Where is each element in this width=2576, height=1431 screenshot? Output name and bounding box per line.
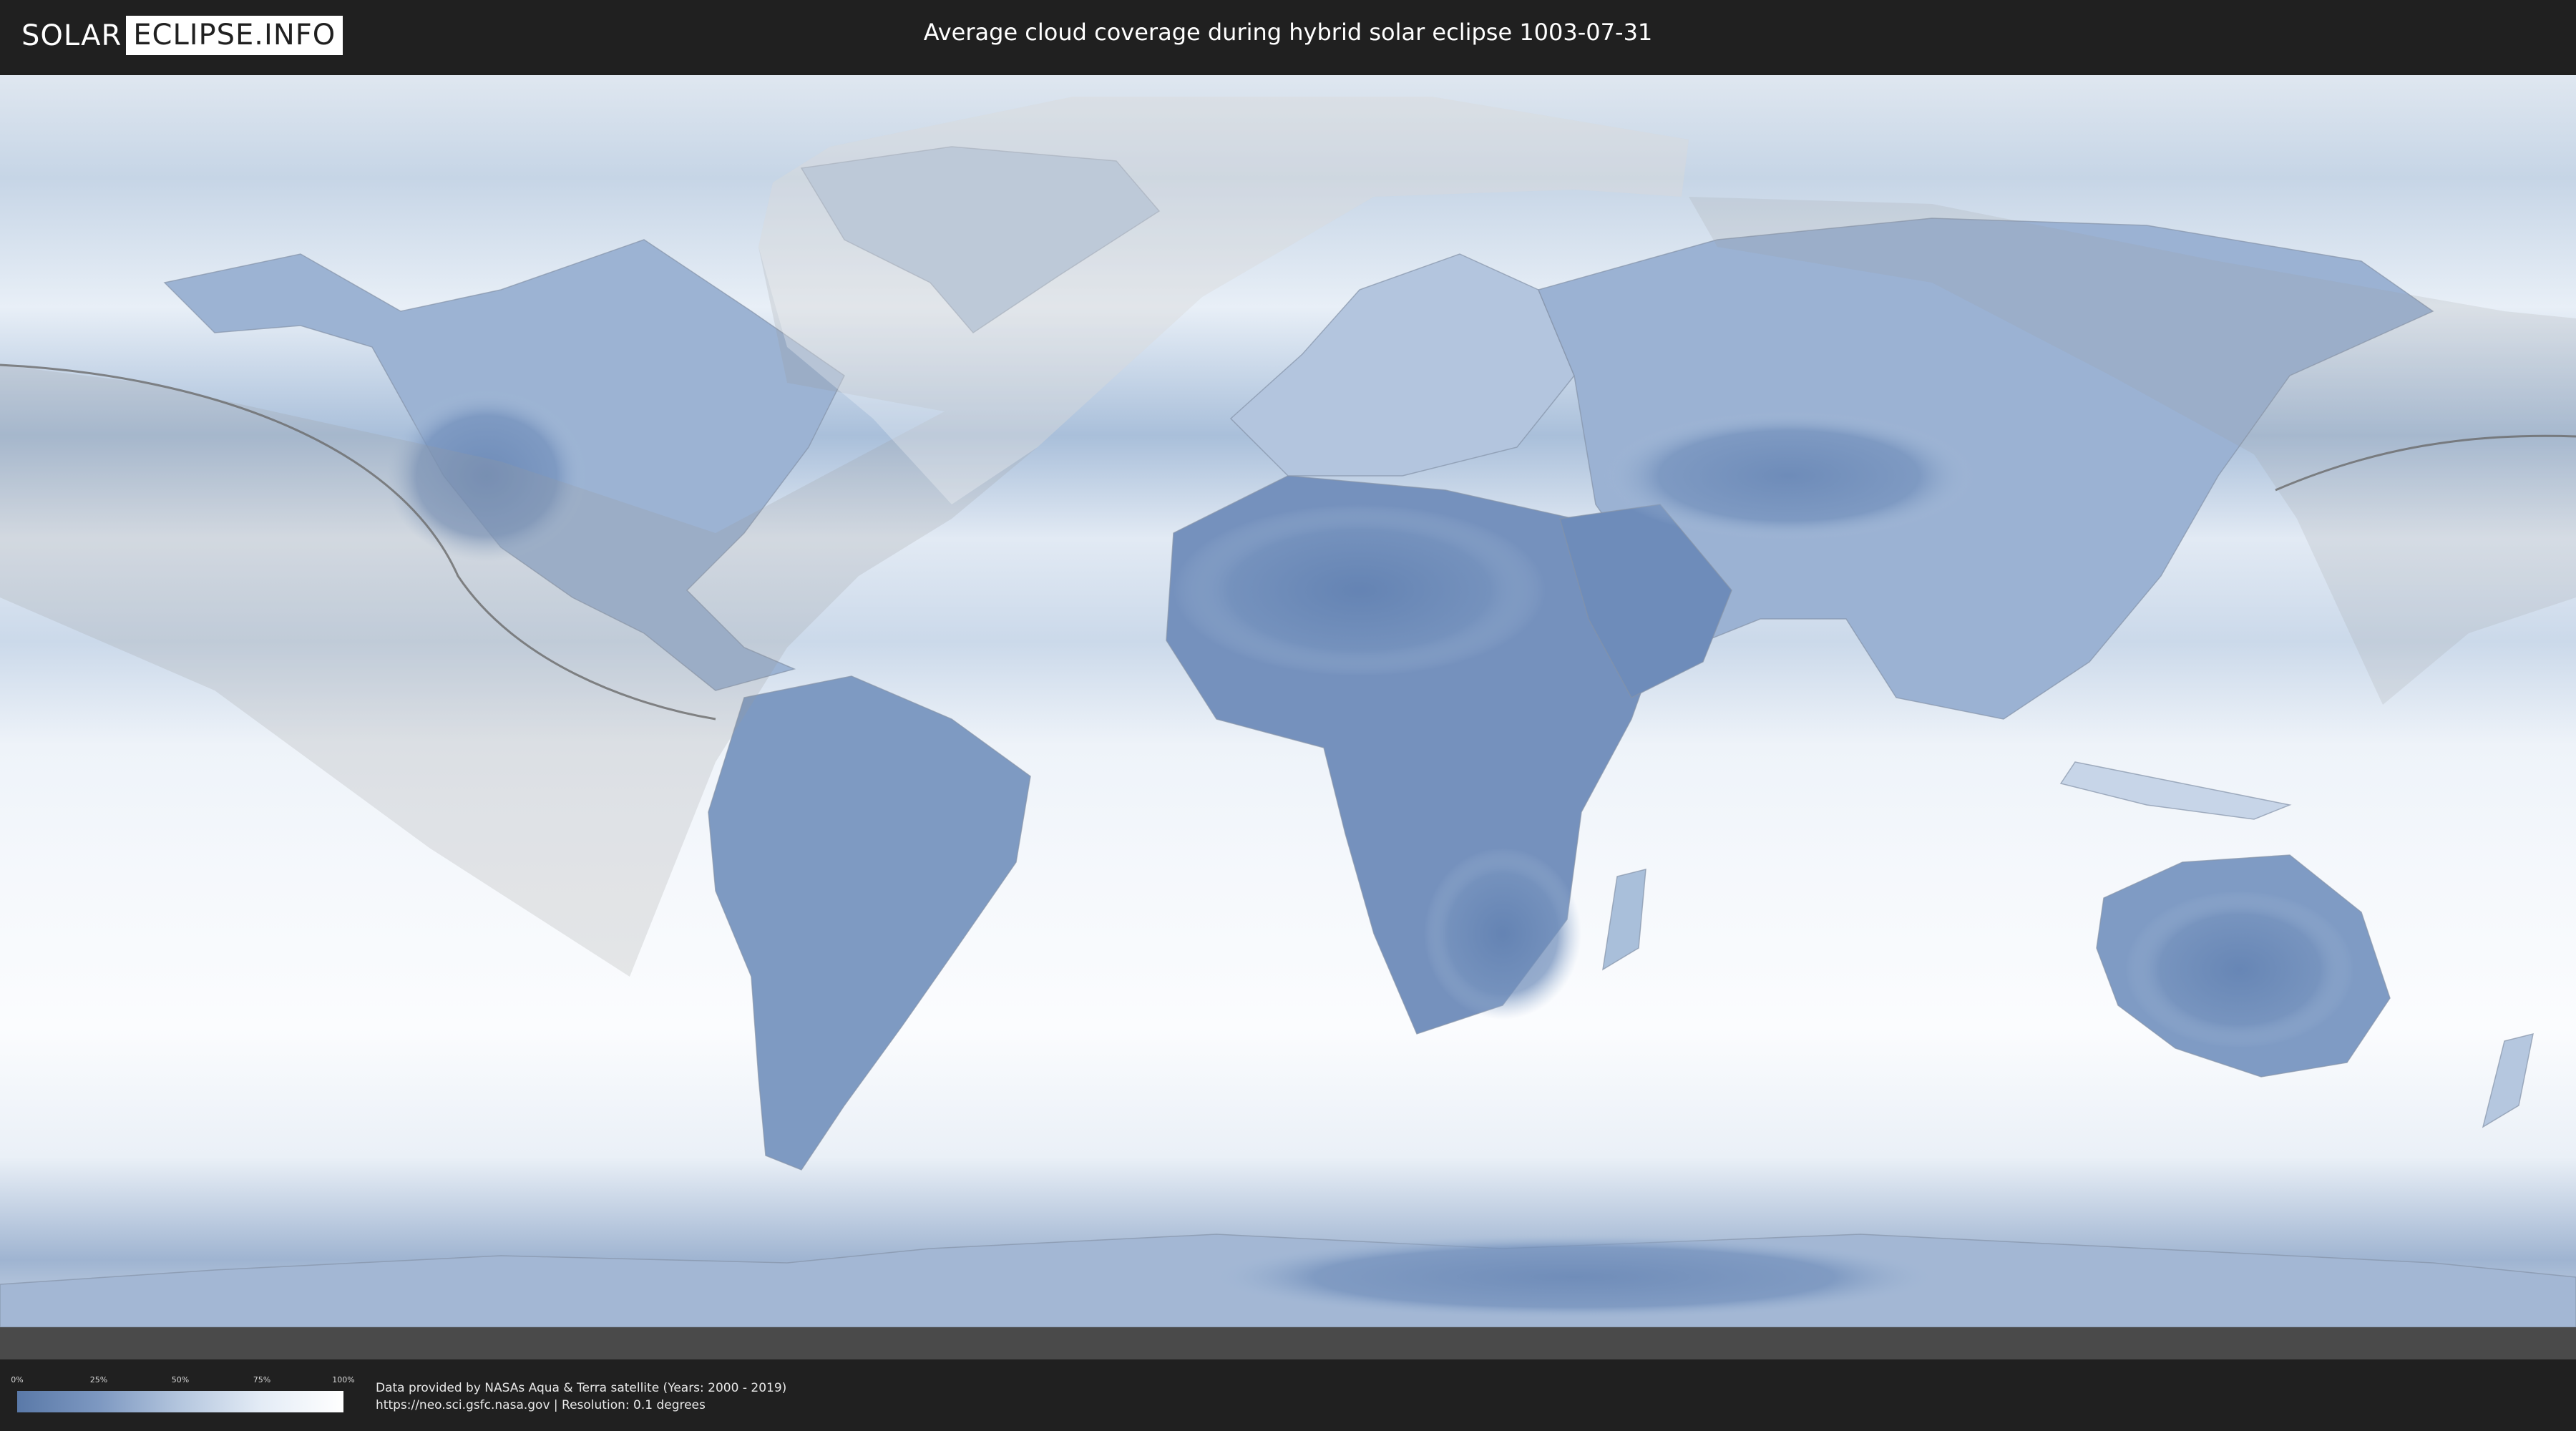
- legend-color-bar: [17, 1391, 343, 1412]
- legend-tick-75: 75%: [253, 1375, 271, 1384]
- credit-line-url[interactable]: https://neo.sci.gsfc.nasa.gov | Resoluti…: [376, 1397, 786, 1414]
- legend-tick-0: 0%: [11, 1375, 24, 1384]
- map-bottom-strip: [0, 1327, 2576, 1363]
- credit-line-source: Data provided by NASAs Aqua & Terra sate…: [376, 1381, 787, 1395]
- legend-tick-100: 100%: [332, 1375, 355, 1384]
- data-credits: Data provided by NASAs Aqua & Terra sate…: [376, 1379, 786, 1414]
- header-bar: SOLAR ECLIPSE.INFO Average cloud coverag…: [0, 0, 2576, 72]
- cloud-coverage-legend: 0% 25% 50% 75% 100%: [11, 1375, 355, 1418]
- footer-bar: 0% 25% 50% 75% 100% Data provided by NAS…: [0, 1359, 2576, 1431]
- cloud-coverage-map: [0, 75, 2576, 1363]
- legend-tick-25: 25%: [89, 1375, 108, 1384]
- legend-tick-50: 50%: [171, 1375, 190, 1384]
- page-title: Average cloud coverage during hybrid sol…: [923, 19, 1653, 46]
- world-map-svg: [0, 75, 2576, 1363]
